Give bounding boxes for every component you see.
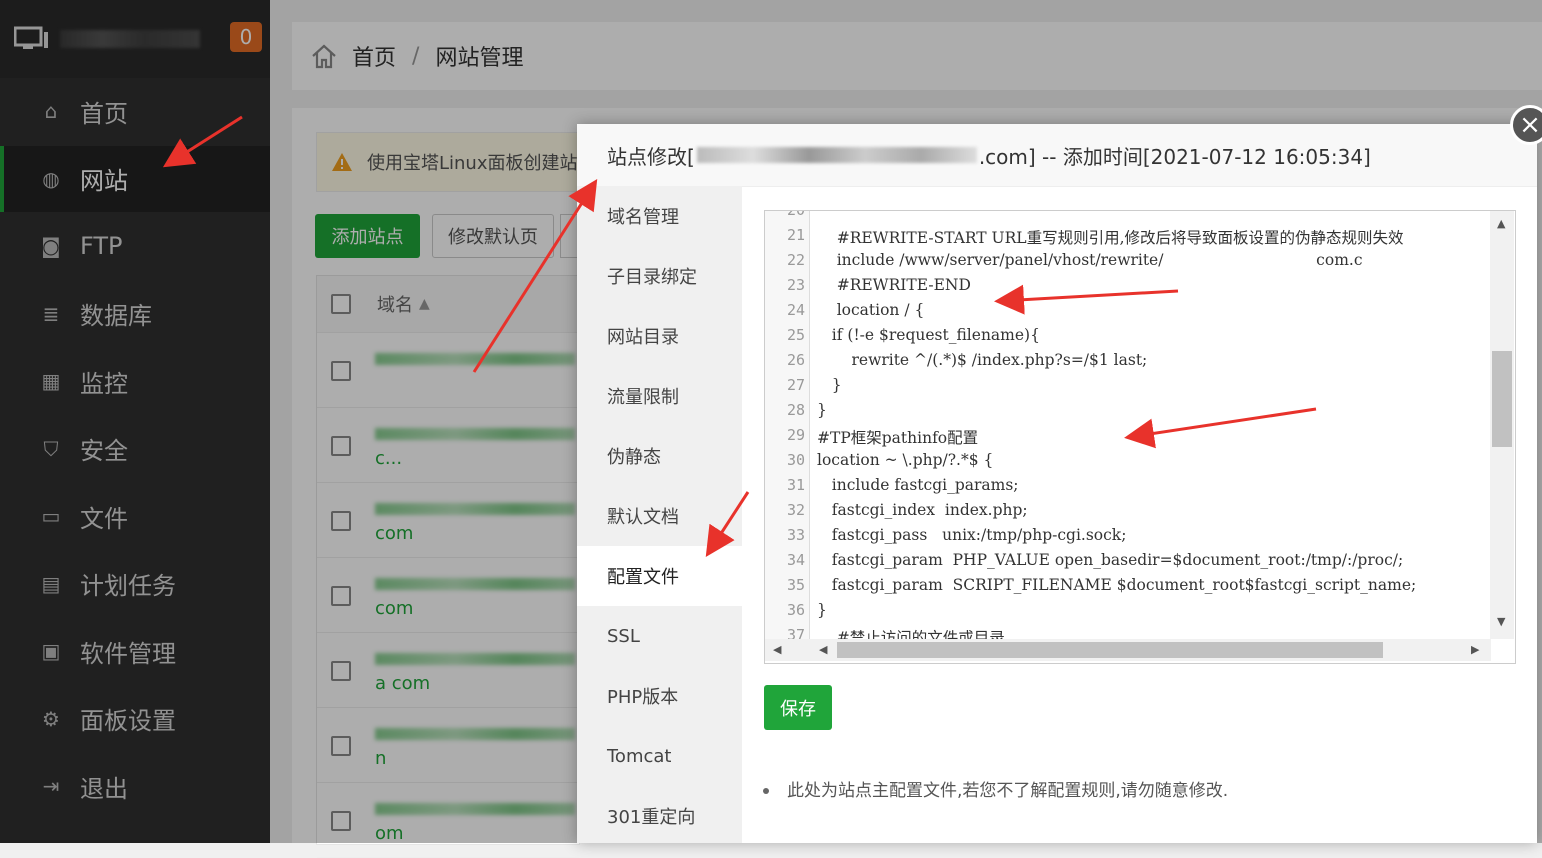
vertical-scroll-thumb[interactable] — [1492, 351, 1512, 447]
tab-9[interactable]: Tomcat — [577, 726, 742, 786]
scroll-left-icon[interactable]: ◀ — [819, 643, 827, 656]
vertical-scrollbar[interactable]: ▲ ▼ — [1490, 211, 1514, 639]
site-edit-modal: 站点修改[ .com] -- 添加时间[2021-07-12 16:05:34]… — [577, 124, 1537, 843]
modal-title-prefix: 站点修改[ — [607, 144, 695, 169]
code-line[interactable]: #TP框架pathinfo配置 — [817, 426, 978, 448]
tab-10[interactable]: 301重定向 — [577, 786, 742, 846]
tab-6[interactable]: 配置文件 — [577, 546, 742, 606]
code-line[interactable]: #REWRITE-START URL重写规则引用,修改后将导致面板设置的伪静态规… — [817, 226, 1404, 248]
line-number: 25 — [786, 326, 805, 344]
line-number: 32 — [786, 501, 805, 519]
code-line[interactable]: } — [817, 376, 842, 394]
tab-7[interactable]: SSL — [577, 606, 742, 666]
bullet-icon — [763, 788, 769, 794]
scroll-left-icon[interactable]: ◀ — [773, 643, 781, 656]
horizontal-scrollbar[interactable]: ◀ ◀ ▶ — [765, 639, 1491, 661]
line-number: 30 — [786, 451, 805, 469]
code-line[interactable]: location ~ \.php/?.*$ { — [817, 451, 993, 469]
close-icon[interactable]: × — [1510, 105, 1542, 145]
line-number: 22 — [786, 251, 805, 269]
code-line[interactable]: fastcgi_param SCRIPT_FILENAME $document_… — [817, 576, 1416, 594]
line-number: 34 — [786, 551, 805, 569]
code-line[interactable]: rewrite ^/(.*)$ /index.php?s=/$1 last; — [817, 351, 1147, 369]
modal-tabs: 域名管理 子目录绑定 网站目录 流量限制 伪静态 默认文档 配置文件 SSL PHP版本 Tomc… — [577, 186, 742, 843]
modal-title: 站点修改[ .com] -- 添加时间[2021-07-12 16:05:34] — [577, 124, 1537, 187]
line-number: 23 — [786, 276, 805, 294]
code-line[interactable]: location / { — [817, 301, 925, 319]
config-editor[interactable]: 20 21 22 23 24 25 26 27 28 29 30 31 32 33 34 35 36 37 #RE… — [764, 210, 1516, 664]
tab-3[interactable]: 流量限制 — [577, 366, 742, 426]
code-line[interactable]: include /www/server/panel/vhost/rewrite/… — [817, 251, 1363, 269]
line-number: 27 — [786, 376, 805, 394]
code-line[interactable]: if (!-e $request_filename){ — [817, 326, 1040, 344]
line-number: 26 — [786, 351, 805, 369]
scroll-right-icon[interactable]: ▶ — [1471, 643, 1479, 656]
scroll-up-icon[interactable]: ▲ — [1497, 217, 1505, 230]
line-number: 31 — [786, 476, 805, 494]
code-line[interactable]: fastcgi_pass unix:/tmp/php-cgi.sock; — [817, 526, 1127, 544]
code-line[interactable]: include fastcgi_params; — [817, 476, 1019, 494]
tab-0[interactable]: 域名管理 — [577, 186, 742, 246]
save-button[interactable]: 保存 — [764, 685, 832, 730]
domain-blurred — [696, 147, 977, 163]
tab-5[interactable]: 默认文档 — [577, 486, 742, 546]
code-line[interactable]: fastcgi_param PHP_VALUE open_basedir=$do… — [817, 551, 1403, 569]
config-note-text: 此处为站点主配置文件,若您不了解配置规则,请勿随意修改. — [787, 781, 1229, 801]
line-number: 36 — [786, 601, 805, 619]
code-line[interactable]: } — [817, 401, 827, 419]
line-number-gutter: 20 21 22 23 24 25 26 27 28 29 30 31 32 33 34 35 36 37 — [765, 210, 810, 644]
tab-8[interactable]: PHP版本 — [577, 666, 742, 726]
config-note: 此处为站点主配置文件,若您不了解配置规则,请勿随意修改. — [763, 776, 1228, 801]
line-number: 28 — [786, 401, 805, 419]
code-line[interactable]: } — [817, 601, 827, 619]
line-number: 33 — [786, 526, 805, 544]
line-number: 24 — [786, 301, 805, 319]
scroll-down-icon[interactable]: ▼ — [1497, 615, 1505, 628]
modal-title-suffix: .com] -- 添加时间[2021-07-12 16:05:34] — [978, 144, 1371, 169]
line-number: 35 — [786, 576, 805, 594]
code-line[interactable]: #禁止访问的文件或目录 — [817, 626, 1005, 639]
code-line[interactable]: fastcgi_index index.php; — [817, 501, 1028, 519]
horizontal-scroll-thumb[interactable] — [837, 642, 1383, 658]
line-number: 29 — [786, 426, 805, 444]
tab-2[interactable]: 网站目录 — [577, 306, 742, 366]
code-line[interactable]: #REWRITE-END — [817, 276, 971, 294]
line-number: 21 — [786, 226, 805, 244]
code-area[interactable]: #REWRITE-START URL重写规则引用,修改后将导致面板设置的伪静态规… — [817, 211, 1487, 639]
tab-4[interactable]: 伪静态 — [577, 426, 742, 486]
tab-1[interactable]: 子目录绑定 — [577, 246, 742, 306]
line-number: 20 — [786, 210, 805, 219]
